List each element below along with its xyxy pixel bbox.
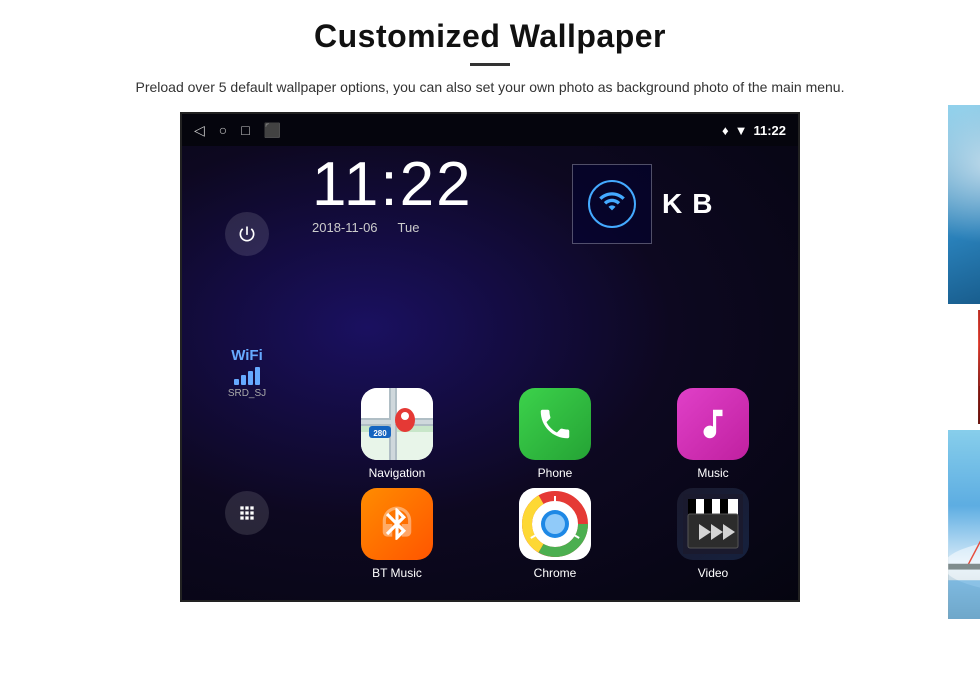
clock-date: 2018-11-06 Tue — [312, 220, 473, 235]
app-bt-music[interactable]: BT Music — [322, 488, 472, 580]
wifi-ssid: SRD_SJ — [228, 388, 266, 399]
apps-button[interactable] — [225, 491, 269, 535]
video-icon — [677, 488, 749, 560]
status-time: 11:22 — [753, 123, 786, 138]
app-navigation[interactable]: 280 Navigation — [322, 388, 472, 480]
left-sidebar: WiFi SRD_SJ — [182, 146, 312, 600]
wifi-bars — [228, 367, 266, 385]
location-icon: ♦ — [722, 123, 729, 138]
back-icon[interactable]: ◁ — [194, 122, 205, 139]
bt-music-icon — [361, 488, 433, 560]
app-chrome[interactable]: Chrome — [480, 488, 630, 580]
chrome-label: Chrome — [534, 566, 577, 580]
music-label: Music — [697, 466, 728, 480]
wifi-widget[interactable] — [572, 164, 652, 244]
app-video[interactable]: Video — [638, 488, 788, 580]
wallpaper-2 — [975, 307, 980, 427]
video-label: Video — [698, 566, 728, 580]
page-title: Customized Wallpaper — [60, 18, 920, 55]
status-bar-left: ◁ ○ □ ⬛ — [194, 122, 281, 139]
status-bar: ◁ ○ □ ⬛ ♦ ▼ 11:22 — [182, 114, 798, 146]
android-screen: ◁ ○ □ ⬛ ♦ ▼ 11:22 WiFi — [180, 112, 800, 602]
wifi-widget-icon — [588, 180, 636, 228]
clock-time: 11:22 — [312, 154, 473, 216]
wallpaper-3: CarSetting — [945, 427, 980, 622]
chrome-icon — [519, 488, 591, 560]
screenshot-icon[interactable]: ⬛ — [264, 122, 281, 139]
page-header: Customized Wallpaper Preload over 5 defa… — [0, 0, 980, 112]
wifi-info: WiFi SRD_SJ — [228, 347, 266, 399]
wallpaper-photos: CarSetting — [815, 102, 980, 622]
wifi-signal-icon — [598, 187, 626, 221]
app-phone[interactable]: Phone — [480, 388, 630, 480]
phone-label: Phone — [538, 466, 573, 480]
svg-text:280: 280 — [373, 429, 387, 438]
bridge-texture — [948, 430, 980, 619]
navigation-icon: 280 — [361, 388, 433, 460]
wifi-bar-2 — [241, 375, 246, 385]
ice-texture — [948, 105, 980, 304]
status-bar-right: ♦ ▼ 11:22 — [722, 123, 786, 138]
home-icon[interactable]: ○ — [219, 122, 227, 138]
wifi-bar-1 — [234, 379, 239, 385]
bt-music-label: BT Music — [372, 566, 422, 580]
screen-wrapper: ◁ ○ □ ⬛ ♦ ▼ 11:22 WiFi — [0, 112, 980, 602]
title-divider — [470, 63, 510, 66]
app-music[interactable]: Music — [638, 388, 788, 480]
recents-icon[interactable]: □ — [241, 122, 249, 138]
music-icon — [677, 388, 749, 460]
clock-section: 11:22 2018-11-06 Tue — [312, 154, 473, 235]
wifi-bar-4 — [255, 367, 260, 385]
wifi-label: WiFi — [228, 347, 266, 364]
wifi-bar-3 — [248, 371, 253, 385]
clock-day: Tue — [398, 220, 420, 235]
page-description: Preload over 5 default wallpaper options… — [60, 76, 920, 98]
app-grid: 280 Navigation Phone — [312, 378, 798, 590]
widget-area: K B — [572, 164, 712, 244]
b-widget[interactable]: B — [692, 188, 712, 220]
wallpaper-1 — [945, 102, 980, 307]
clock-date-value: 2018-11-06 — [312, 220, 378, 235]
navigation-label: Navigation — [369, 466, 426, 480]
signal-icon: ▼ — [735, 123, 748, 138]
k-widget[interactable]: K — [662, 188, 682, 220]
power-button[interactable] — [225, 212, 269, 256]
phone-icon — [519, 388, 591, 460]
